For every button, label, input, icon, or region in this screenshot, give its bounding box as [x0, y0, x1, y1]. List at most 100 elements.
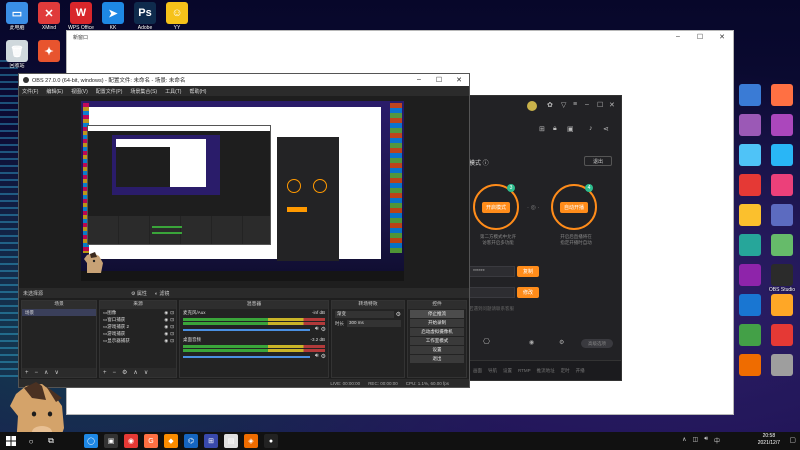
desktop-icon-top-2[interactable]: W WPS Office — [64, 2, 98, 31]
lock-icon[interactable]: ⊡ — [170, 324, 174, 330]
camera-icon[interactable]: ⎔ — [483, 337, 490, 346]
tool-1-icon[interactable]: ⊞ — [539, 125, 545, 133]
control-button[interactable]: 开始录制 — [410, 319, 464, 327]
properties-button[interactable]: ⚙ 属性 — [131, 290, 147, 297]
desktop-icon-right-4[interactable] — [733, 204, 767, 227]
task-view-icon[interactable]: ⧉ — [44, 434, 58, 448]
taskbar-app-icon[interactable]: G — [144, 434, 158, 448]
desktop-icon-far-right-9[interactable] — [765, 354, 799, 377]
windows-start-icon[interactable] — [4, 434, 18, 448]
lock-icon[interactable]: 🔒︎ — [553, 125, 557, 133]
volume-icon[interactable]: 🔊︎ — [704, 436, 708, 445]
control-button[interactable]: 退出 — [410, 355, 464, 363]
close-icon[interactable]: ✕ — [609, 101, 615, 109]
eye-icon[interactable]: ◉ — [164, 324, 168, 330]
eye-icon[interactable]: ◉ — [164, 338, 168, 344]
meeting-bottom-label[interactable]: RTMP — [518, 368, 531, 374]
desktop-icon-left-1[interactable]: ✦ — [32, 40, 66, 63]
mode1-circle[interactable]: 3 开启模式 — [473, 184, 519, 230]
obs-titlebar[interactable]: OBS 27.0.0 (64-bit, windows) - 配置文件: 未命名… — [19, 74, 469, 86]
remove-icon[interactable]: − — [35, 370, 39, 376]
meeting-bottom-label[interactable]: 开播 — [576, 368, 585, 374]
control-button[interactable]: 工作室模式 — [410, 337, 464, 345]
advanced-button[interactable]: 高级选项 — [581, 339, 613, 348]
close-icon[interactable]: ✕ — [711, 33, 733, 41]
taskbar-app-icon[interactable]: ⌬ — [184, 434, 198, 448]
desktop-icon-left-0[interactable]: 🗑 回收站 — [0, 40, 34, 69]
eye-icon[interactable]: ◉ — [164, 331, 168, 337]
source-item[interactable]: ▭ 窗口捕获 ◉ ⊡ — [100, 316, 176, 323]
obs-menu-item[interactable]: 场景集合(S) — [130, 88, 157, 95]
down-icon[interactable]: ∨ — [144, 369, 148, 376]
minimize-icon[interactable]: – — [667, 33, 689, 41]
chevron-up-icon[interactable]: ∧ — [682, 436, 686, 445]
search-icon[interactable]: ○ — [24, 434, 38, 448]
close-icon[interactable]: ✕ — [449, 76, 469, 84]
clock[interactable]: 20:58 2021/12/7 — [758, 433, 780, 447]
obs-menu-item[interactable]: 帮助(H) — [189, 88, 206, 95]
desktop-icon-far-right-4[interactable] — [765, 204, 799, 227]
desktop-icon-far-right-5[interactable] — [765, 234, 799, 257]
lock-icon[interactable]: ⊡ — [170, 338, 174, 344]
desktop-icon-right-8[interactable] — [733, 324, 767, 347]
transition-type-select[interactable]: 渐变 — [335, 311, 394, 318]
maximize-icon[interactable]: ☐ — [689, 33, 711, 41]
taskbar-app-icon[interactable]: ● — [264, 434, 278, 448]
desktop-icon-far-right-1[interactable] — [765, 114, 799, 137]
gear-icon[interactable]: ⚙ — [122, 369, 127, 376]
desktop-icon-top-1[interactable]: ✕ XMind — [32, 2, 66, 31]
minimize-icon[interactable]: – — [409, 76, 429, 84]
channel-2-volume-slider[interactable] — [183, 355, 310, 358]
taskbar-app-icon[interactable]: ⊞ — [204, 434, 218, 448]
taskbar-app-icon[interactable]: ◉ — [124, 434, 138, 448]
share-icon[interactable]: ⋖ — [603, 125, 609, 133]
taskbar-app-icon[interactable]: ◆ — [164, 434, 178, 448]
menu-icon[interactable]: ≡ — [573, 101, 577, 108]
desktop-icon-top-4[interactable]: Ps Adobe — [128, 2, 162, 31]
add-icon[interactable]: + — [103, 370, 107, 376]
minimize-icon[interactable]: – — [585, 101, 589, 108]
meeting-app-window[interactable]: ✿ ▽ ≡ – ☐ ✕ ⊞ 🔒︎ ▣ ♪ ⋖ 模式 ⓘ 退出 3 开启模式 · … — [468, 95, 622, 381]
speaker-icon[interactable]: 🔊︎ — [315, 326, 319, 333]
meeting-bottom-label[interactable]: 推流地址 — [537, 368, 555, 374]
meeting-bottom-label[interactable]: 画面 — [473, 368, 482, 374]
filters-button[interactable]: ◐ 滤镜 — [155, 290, 169, 297]
ime-icon[interactable]: 中 — [714, 436, 720, 445]
desktop-icon-far-right-7[interactable] — [765, 294, 799, 317]
network-icon[interactable]: ◫ — [693, 436, 699, 445]
up-icon[interactable]: ∧ — [44, 369, 48, 376]
meeting-bottom-label[interactable]: 导航 — [488, 368, 497, 374]
copy-button[interactable]: 复制 — [517, 266, 539, 277]
bell-icon[interactable]: ♪ — [589, 125, 593, 132]
maximize-icon[interactable]: ☐ — [429, 76, 449, 84]
desktop-icon-right-0[interactable] — [733, 84, 767, 107]
desktop-icon-right-9[interactable] — [733, 354, 767, 377]
control-button[interactable]: 设置 — [410, 346, 464, 354]
source-item[interactable]: ▭ 游戏捕获 2 ◉ ⊡ — [100, 323, 176, 330]
desktop-icon-right-3[interactable] — [733, 174, 767, 197]
meeting-bottom-label[interactable]: 定时 — [561, 368, 570, 374]
lock-icon[interactable]: ⊡ — [170, 331, 174, 337]
taskbar-app-icon[interactable]: ◈ — [244, 434, 258, 448]
lock-icon[interactable]: ⊡ — [170, 317, 174, 323]
obs-menu-item[interactable]: 编辑(E) — [46, 88, 63, 95]
eye-icon[interactable]: ◉ — [164, 317, 168, 323]
duration-input[interactable]: 300 ms — [347, 320, 401, 327]
down-icon[interactable]: ∨ — [54, 369, 58, 376]
shirt-icon[interactable]: ▽ — [561, 101, 566, 109]
gift-icon[interactable]: ✿ — [547, 101, 553, 109]
gear-icon[interactable]: ⚙ — [396, 311, 401, 318]
notification-icon[interactable]: ▢ — [789, 436, 796, 444]
obs-menu-item[interactable]: 配置文件(P) — [96, 88, 123, 95]
desktop-icon-top-0[interactable]: ▭ 此电脑 — [0, 2, 34, 31]
channel-1-volume-slider[interactable] — [183, 328, 310, 331]
desktop-icon-top-5[interactable]: ☺ YY — [160, 2, 194, 31]
modify-button[interactable]: 修改 — [517, 287, 539, 298]
source-item[interactable]: ▭ 图像 ◉ ⊡ — [100, 309, 176, 316]
source-item[interactable]: ▭ 游戏捕获 ◉ ⊡ — [100, 330, 176, 337]
desktop-icon-right-1[interactable] — [733, 114, 767, 137]
restore-icon[interactable]: ☐ — [597, 101, 603, 109]
up-icon[interactable]: ∧ — [133, 369, 137, 376]
server-field[interactable] — [469, 287, 515, 298]
obs-menu-item[interactable]: 视图(V) — [71, 88, 88, 95]
